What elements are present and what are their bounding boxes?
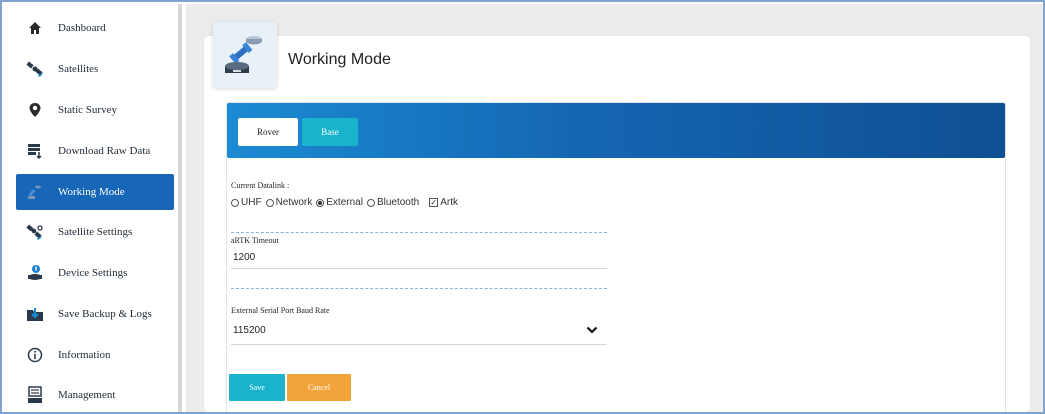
sidebar-item-label: Information	[58, 349, 111, 361]
working-mode-icon	[26, 183, 44, 201]
sidebar-item-save-backup-logs[interactable]: Save Backup & Logs	[16, 297, 174, 331]
input-underline	[231, 268, 607, 269]
datalink-label: Current Datalink :	[231, 181, 290, 190]
home-icon	[26, 19, 44, 37]
sidebar-item-label: Save Backup & Logs	[58, 308, 152, 320]
datalink-option-bluetooth[interactable]: Bluetooth	[366, 197, 420, 208]
sidebar-item-device-settings[interactable]: Device Settings	[16, 256, 174, 290]
download-data-icon	[26, 142, 44, 160]
baud-rate-label: External Serial Port Baud Rate	[231, 306, 330, 315]
satellite-settings-icon	[26, 223, 44, 241]
sidebar-item-information[interactable]: Information	[16, 338, 174, 372]
baud-rate-select[interactable]: 115200	[233, 325, 266, 336]
radio-label: External	[326, 197, 363, 208]
artk-checkbox-option[interactable]: ✓ Artk	[429, 197, 458, 208]
sidebar-item-label: Satellites	[58, 63, 99, 75]
info-icon	[26, 346, 44, 364]
page-title: Working Mode	[288, 51, 391, 68]
main-content: Working Mode Rover Base Current Datalink…	[186, 4, 1043, 412]
sidebar-item-management[interactable]: Management	[16, 378, 174, 412]
map-pin-icon	[26, 101, 44, 119]
radio-button[interactable]	[265, 198, 274, 207]
sidebar-item-label: Device Settings	[58, 267, 128, 279]
datalink-option-network[interactable]: Network	[265, 197, 313, 208]
select-underline	[231, 344, 607, 345]
sidebar-item-dashboard[interactable]: Dashboard	[16, 11, 174, 45]
artk-label: Artk	[440, 197, 458, 208]
datalink-option-external[interactable]: External	[316, 197, 363, 208]
sidebar-item-label: Dashboard	[58, 22, 106, 34]
radio-label: UHF	[241, 197, 262, 208]
radio-label: Bluetooth	[376, 197, 420, 208]
tab-base[interactable]: Base	[302, 118, 358, 146]
sidebar-item-label: Management	[58, 389, 116, 401]
sidebar-item-satellites[interactable]: Satellites	[16, 52, 174, 86]
working-mode-title-icon	[213, 22, 277, 88]
tab-rover[interactable]: Rover	[238, 118, 298, 146]
radio-button[interactable]	[366, 198, 375, 207]
datalink-radio-group: UHF Network External Bluetooth ✓ Artk	[231, 197, 462, 208]
device-settings-icon	[26, 264, 44, 282]
cancel-button[interactable]: Cancel	[287, 374, 351, 401]
sidebar-item-satellite-settings[interactable]: Satellite Settings	[16, 215, 174, 249]
divider	[231, 288, 607, 289]
sidebar-item-static-survey[interactable]: Static Survey	[16, 93, 174, 127]
sidebar-item-label: Static Survey	[58, 104, 117, 116]
satellite-icon	[26, 60, 44, 78]
sidebar-item-label: Download Raw Data	[58, 145, 151, 157]
artk-timeout-input[interactable]: 1200	[233, 252, 255, 263]
radio-button[interactable]	[231, 198, 239, 207]
sidebar-item-label: Satellite Settings	[58, 226, 133, 238]
management-icon	[26, 386, 44, 404]
sidebar: Dashboard Satellites Static Survey Downl…	[4, 4, 182, 412]
save-button[interactable]: Save	[229, 374, 285, 401]
divider	[231, 232, 607, 233]
sidebar-item-working-mode[interactable]: Working Mode	[16, 174, 174, 210]
sidebar-item-download-raw-data[interactable]: Download Raw Data	[16, 134, 174, 168]
backup-logs-icon	[26, 305, 44, 323]
artk-checkbox[interactable]: ✓	[429, 198, 439, 207]
radio-label: Network	[275, 197, 313, 208]
radio-button-selected[interactable]	[316, 198, 325, 207]
datalink-option-uhf[interactable]: UHF	[231, 197, 262, 208]
app-window: Dashboard Satellites Static Survey Downl…	[0, 0, 1045, 414]
artk-timeout-label: aRTK Timeout	[231, 236, 279, 245]
chevron-down-icon[interactable]	[586, 325, 598, 335]
sidebar-item-label: Working Mode	[58, 186, 125, 198]
